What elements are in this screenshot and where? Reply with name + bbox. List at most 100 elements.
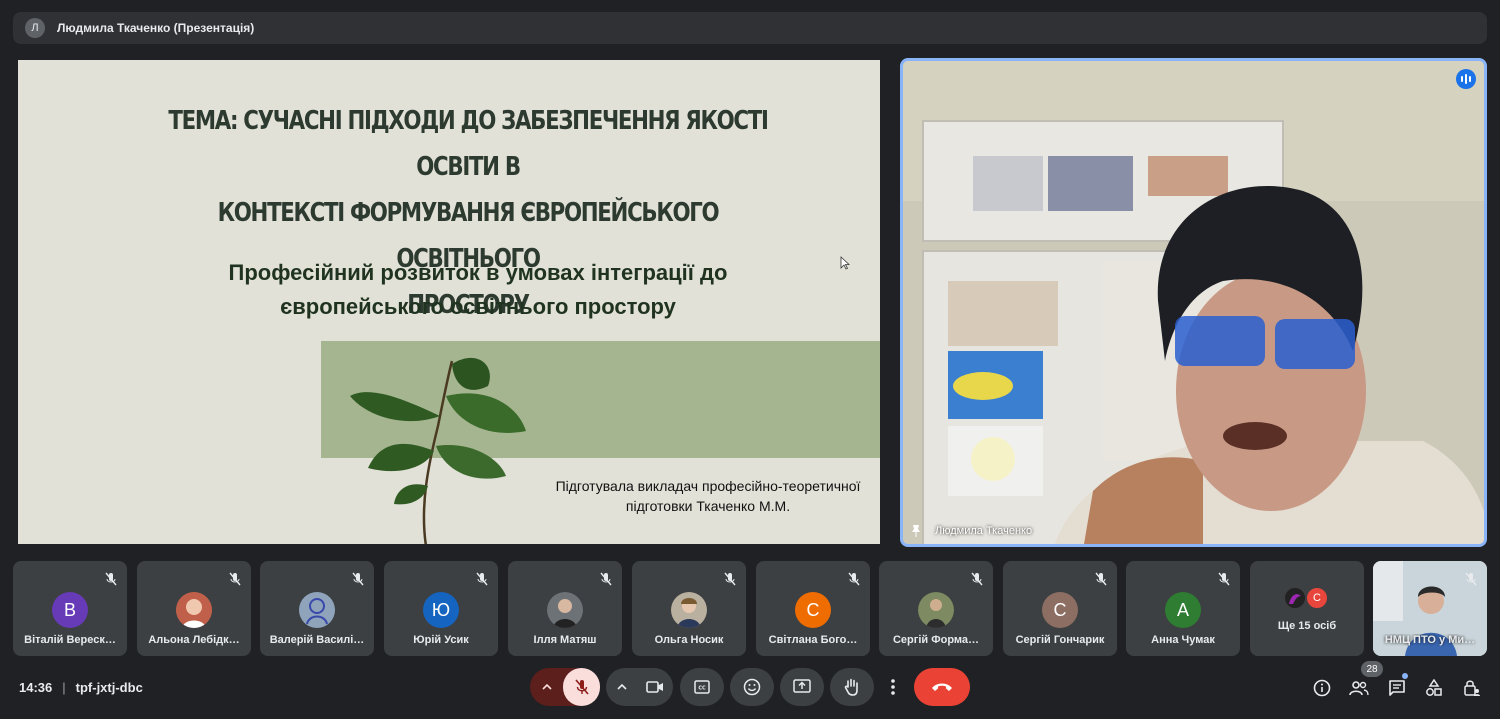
end-call-icon — [932, 683, 952, 691]
presentation-title: Людмила Ткаченко (Презентація) — [57, 21, 255, 35]
leaf-branch-illustration — [350, 357, 526, 544]
slide-author: Підготувала викладач професійно-теоретич… — [538, 476, 878, 516]
mic-off-icon — [352, 572, 364, 586]
participant-avatar: С — [1042, 592, 1078, 628]
presentation-header: Л Людмила Ткаченко (Презентація) — [13, 12, 1487, 44]
meeting-controls-bar: 14:36 | tpf-jxtj-dbc CC — [0, 660, 1500, 719]
participant-name: Альона Лебідк… — [148, 634, 240, 646]
more-participants-label: Ще 15 осіб — [1277, 620, 1337, 632]
participant-avatar: В — [52, 592, 88, 628]
more-vert-icon — [891, 679, 895, 695]
participant-avatar: С — [1306, 587, 1328, 609]
participant-name: Ілля Матяш — [533, 634, 597, 646]
camera-control-group — [606, 668, 673, 706]
participant-tile[interactable]: Ольга Носик — [632, 561, 746, 656]
new-message-dot — [1402, 673, 1408, 679]
self-name: НМЦ ПТО у Ми… — [1384, 634, 1476, 646]
participant-name: Сергій Форма… — [892, 634, 980, 646]
mic-off-icon — [476, 572, 488, 586]
participant-photo — [299, 592, 335, 628]
slide-author-line: підготовки Ткаченко М.М. — [625, 498, 791, 514]
participant-tile[interactable]: Сергій Форма… — [879, 561, 993, 656]
divider: | — [62, 680, 66, 695]
camera-toggle-button[interactable] — [637, 668, 673, 706]
host-controls-button[interactable] — [1460, 676, 1484, 700]
emoji-icon — [743, 678, 761, 696]
video-camera-icon — [645, 681, 663, 693]
more-participants-tile[interactable]: С Ще 15 осіб — [1250, 561, 1364, 656]
people-button[interactable] — [1347, 676, 1371, 700]
meeting-info: 14:36 | tpf-jxtj-dbc — [19, 680, 143, 695]
current-time: 14:36 — [19, 680, 53, 695]
participant-photo — [1284, 587, 1306, 609]
slide-author-line: Підготувала викладач професійно-теоретич… — [555, 478, 861, 494]
chevron-up-icon — [541, 684, 552, 690]
audio-options-button[interactable] — [530, 668, 563, 706]
participant-avatar: Ю — [423, 592, 459, 628]
participant-name: Юрій Усик — [413, 634, 469, 646]
participant-name: Ольга Носик — [654, 634, 724, 646]
reactions-button[interactable] — [730, 668, 774, 706]
participant-name: Анна Чумак — [1151, 634, 1215, 646]
chevron-up-icon — [616, 684, 627, 690]
more-options-button[interactable] — [880, 668, 906, 706]
shared-presentation-slide: ТЕМА: СУЧАСНІ ПІДХОДИ ДО ЗАБЕЗПЕЧЕННЯ ЯК… — [18, 60, 880, 544]
mic-off-icon — [600, 572, 612, 586]
mic-off-icon — [848, 572, 860, 586]
participant-tile[interactable]: Валерій Василі… — [260, 561, 374, 656]
speaker-video-feed — [903, 61, 1484, 544]
mic-toggle-button[interactable] — [563, 668, 600, 706]
mic-off-icon — [574, 679, 589, 695]
mic-off-icon — [229, 572, 241, 586]
speaker-video-tile[interactable]: Людмила Ткаченко — [900, 58, 1487, 547]
participant-tile[interactable]: Альона Лебідк… — [137, 561, 251, 656]
participant-tile[interactable]: С Світлана Бого… — [756, 561, 870, 656]
captions-button[interactable]: CC — [680, 668, 724, 706]
pin-icon[interactable] — [911, 524, 921, 538]
chat-icon — [1389, 680, 1405, 696]
chat-button[interactable] — [1385, 676, 1409, 700]
participant-tile[interactable]: В Віталій Вереск… — [13, 561, 127, 656]
participant-avatar: А — [1165, 592, 1201, 628]
participant-count-badge: 28 — [1361, 661, 1383, 677]
participant-avatar: С — [795, 592, 831, 628]
slide-subtitle-line: Професійний розвиток в умовах інтеграції… — [228, 260, 728, 285]
more-participants-avatars: С — [1284, 587, 1332, 611]
people-icon — [1349, 681, 1369, 696]
participant-tile[interactable]: Ю Юрій Усик — [384, 561, 498, 656]
leave-call-button[interactable] — [914, 668, 970, 706]
slide-title-line: ТЕМА: СУЧАСНІ ПІДХОДИ ДО ЗАБЕЗПЕЧЕННЯ ЯК… — [168, 106, 769, 182]
slide-subtitle: Професійний розвиток в умовах інтеграції… — [158, 256, 798, 324]
participant-tile[interactable]: А Анна Чумак — [1126, 561, 1240, 656]
participant-tile[interactable]: Ілля Матяш — [508, 561, 622, 656]
participant-name: Сергій Гончарик — [1015, 634, 1105, 646]
presenter-avatar: Л — [25, 18, 45, 38]
audio-level-icon — [1456, 69, 1476, 89]
participant-photo — [918, 592, 954, 628]
closed-captions-icon: CC — [694, 680, 710, 694]
self-view-tile[interactable]: НМЦ ПТО у Ми… — [1373, 561, 1487, 656]
participant-name: Валерій Василі… — [269, 634, 365, 646]
activities-button[interactable] — [1422, 676, 1446, 700]
present-screen-icon — [793, 679, 811, 693]
participant-photo — [671, 592, 707, 628]
raise-hand-button[interactable] — [830, 668, 874, 706]
slide-subtitle-line: європейського освітнього простору — [280, 294, 676, 319]
hand-icon — [844, 678, 858, 696]
participant-photo — [547, 592, 583, 628]
speaker-name-label: Людмила Ткаченко — [911, 524, 1032, 538]
mic-off-icon — [971, 572, 983, 586]
participant-strip: В Віталій Вереск… Альона Лебідк… Валерій… — [13, 561, 1487, 656]
lock-person-icon — [1464, 680, 1480, 696]
mic-control-group — [530, 668, 600, 706]
present-screen-button[interactable] — [780, 668, 824, 706]
participant-name: Віталій Вереск… — [24, 634, 116, 646]
info-icon — [1313, 679, 1331, 697]
meeting-code: tpf-jxtj-dbc — [75, 680, 143, 695]
participant-photo — [176, 592, 212, 628]
video-options-button[interactable] — [607, 668, 637, 706]
mouse-cursor-icon — [840, 256, 850, 270]
meeting-details-button[interactable] — [1310, 676, 1334, 700]
participant-tile[interactable]: С Сергій Гончарик — [1003, 561, 1117, 656]
mic-off-icon — [1095, 572, 1107, 586]
